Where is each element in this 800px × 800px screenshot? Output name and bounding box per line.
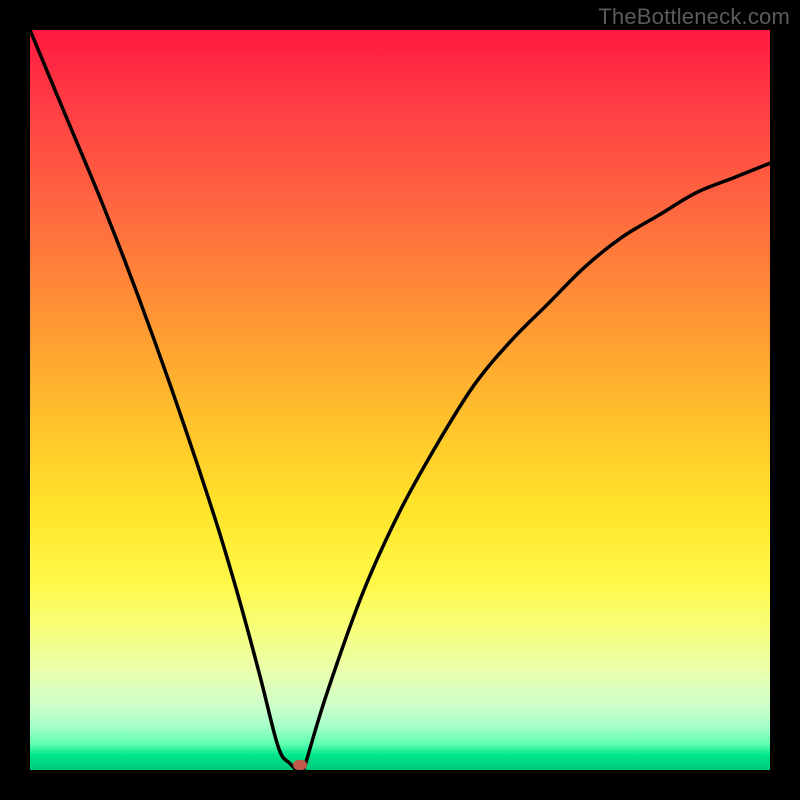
watermark-text: TheBottleneck.com [598, 4, 790, 30]
chart-frame: TheBottleneck.com [0, 0, 800, 800]
bottleneck-curve [30, 30, 770, 770]
curve-path [30, 30, 770, 770]
plot-area [30, 30, 770, 770]
optimal-point-marker [293, 760, 307, 770]
